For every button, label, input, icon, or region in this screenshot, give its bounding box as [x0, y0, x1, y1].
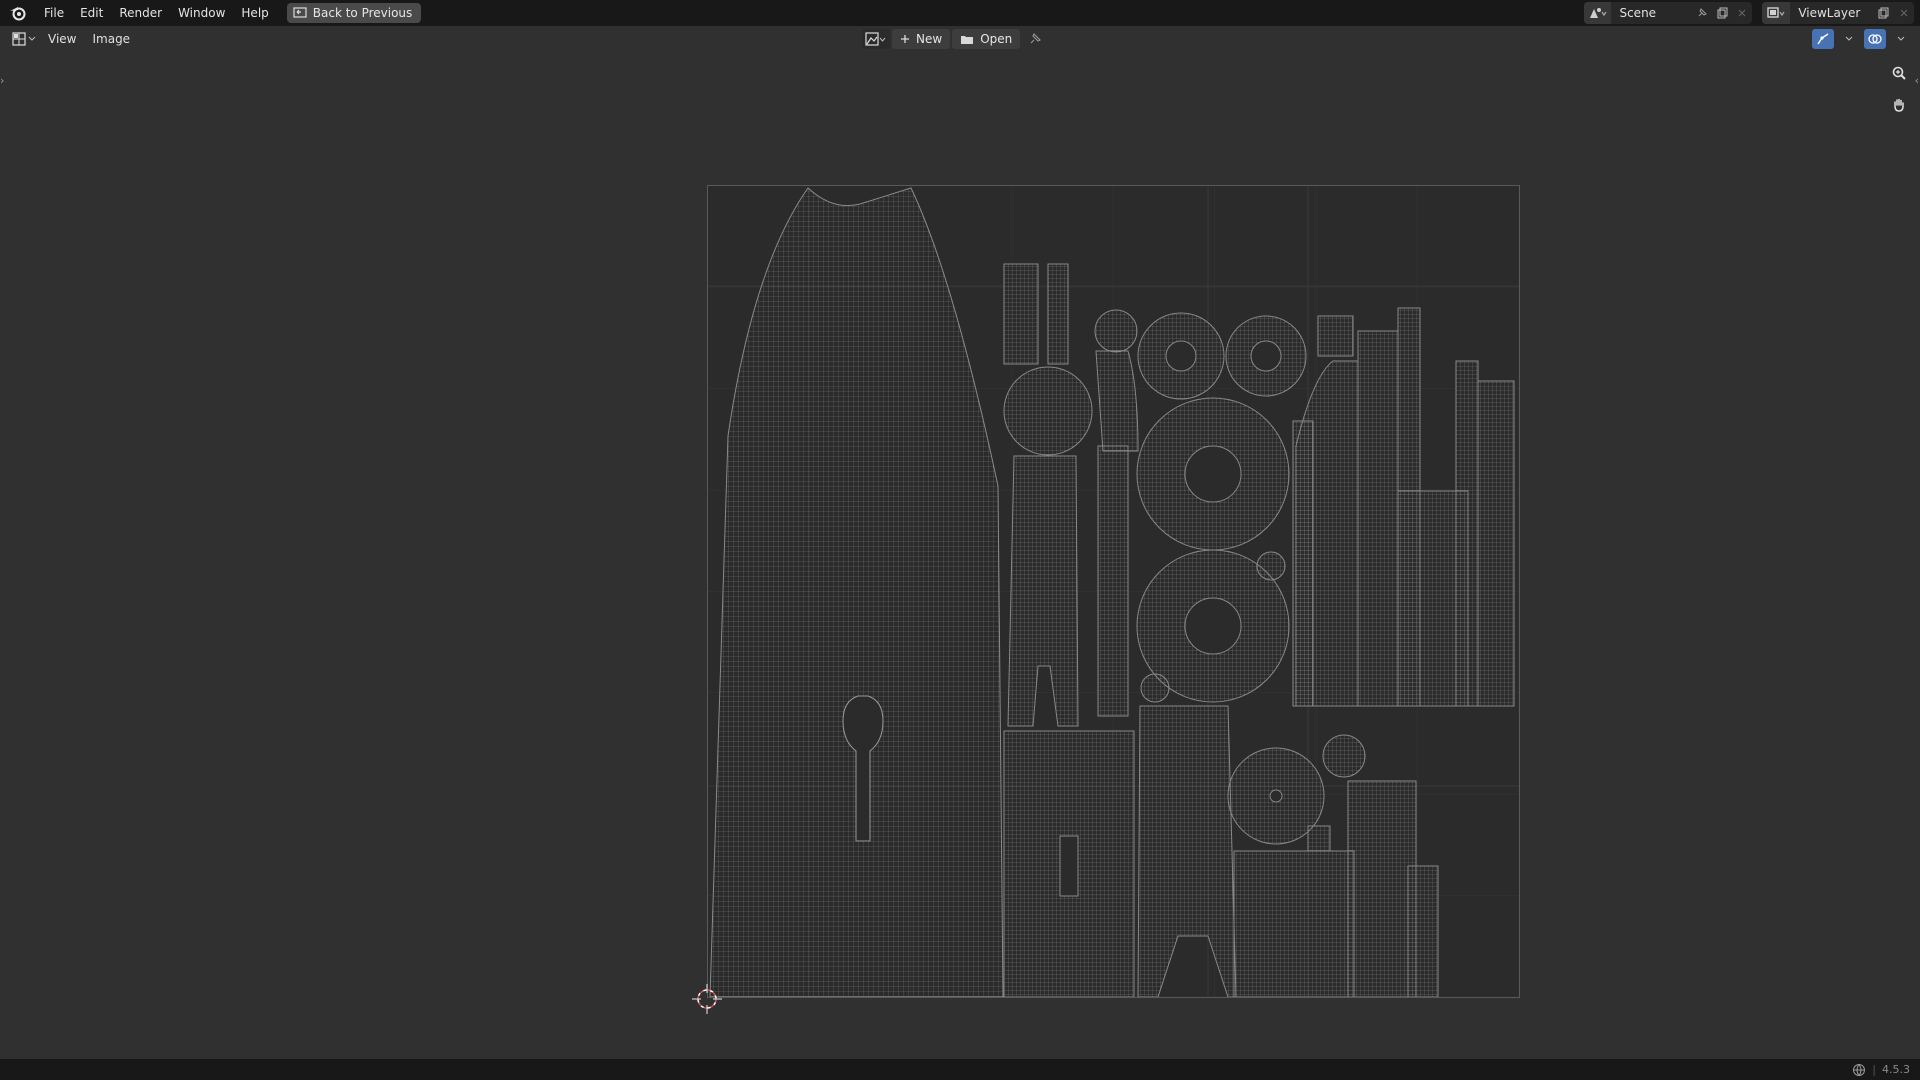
hand-icon[interactable] [1886, 92, 1912, 118]
sidebar-expand-arrow[interactable]: ‹ [1915, 74, 1919, 87]
render-layers-icon[interactable] [1762, 2, 1791, 24]
overlays-dropdown[interactable] [1890, 29, 1912, 49]
menu-image[interactable]: Image [84, 32, 138, 46]
uv-image-bounds[interactable] [707, 185, 1520, 998]
editor-type-selector[interactable] [8, 29, 40, 49]
globe-icon [1853, 1063, 1866, 1076]
viewlayer-name-field[interactable]: ViewLayer [1790, 6, 1872, 20]
pin-icon [1030, 33, 1042, 44]
editor-header: View Image New Open [0, 26, 1920, 52]
delete-viewlayer-icon[interactable] [1893, 2, 1914, 24]
menu-help[interactable]: Help [233, 0, 276, 26]
image-browse-button[interactable] [862, 29, 890, 49]
menu-file[interactable]: File [36, 0, 72, 26]
chevron-down-icon [28, 36, 36, 41]
header-right-controls [1812, 29, 1912, 49]
blender-logo-icon[interactable] [0, 0, 36, 26]
navigation-gizmo [1886, 60, 1912, 118]
menu-render[interactable]: Render [111, 0, 170, 26]
overlays-icon [1868, 34, 1882, 44]
pin-image-button[interactable] [1022, 29, 1048, 49]
viewlayer-selector[interactable]: ViewLayer [1762, 2, 1914, 24]
chevron-down-icon [1845, 36, 1853, 41]
uv-sync-dropdown[interactable] [1838, 29, 1860, 49]
open-image-label: Open [980, 32, 1013, 46]
scene-selector[interactable]: Scene [1584, 2, 1752, 24]
image-browse-icon [865, 32, 886, 46]
menu-edit[interactable]: Edit [72, 0, 111, 26]
new-image-label: New [916, 32, 943, 46]
top-bar: File Edit Render Window Help Back to Pre… [0, 0, 1920, 26]
zoom-icon[interactable] [1886, 60, 1912, 86]
toolbar-expand-arrow[interactable]: › [0, 74, 4, 87]
image-controls: New Open [862, 29, 1048, 49]
uv-sync-icon [1817, 33, 1829, 45]
open-image-button[interactable]: Open [952, 29, 1021, 49]
2d-cursor-icon[interactable] [690, 982, 724, 1016]
status-bar: | 4.5.3 [0, 1059, 1920, 1080]
pin-scene-icon[interactable] [1692, 2, 1712, 24]
back-to-previous-label: Back to Previous [312, 6, 413, 20]
back-to-previous-icon [293, 7, 307, 18]
version-label: 4.5.3 [1882, 1063, 1910, 1076]
new-image-button[interactable]: New [892, 29, 951, 49]
uv-wireframe [708, 186, 1519, 998]
plus-icon [901, 35, 909, 43]
chevron-down-icon [1897, 36, 1905, 41]
new-viewlayer-icon[interactable] [1872, 2, 1893, 24]
scene-icon[interactable] [1584, 2, 1612, 24]
back-to-previous-button[interactable]: Back to Previous [286, 3, 422, 23]
scene-name-field[interactable]: Scene [1611, 6, 1691, 20]
menu-view[interactable]: View [40, 32, 84, 46]
uv-editor-icon [12, 32, 26, 46]
delete-scene-icon[interactable] [1732, 2, 1752, 24]
overlays-toggle[interactable] [1864, 29, 1886, 49]
new-scene-icon[interactable] [1712, 2, 1732, 24]
folder-icon [961, 35, 974, 44]
menu-window[interactable]: Window [170, 0, 233, 26]
uv-sync-toggle[interactable] [1812, 29, 1834, 49]
